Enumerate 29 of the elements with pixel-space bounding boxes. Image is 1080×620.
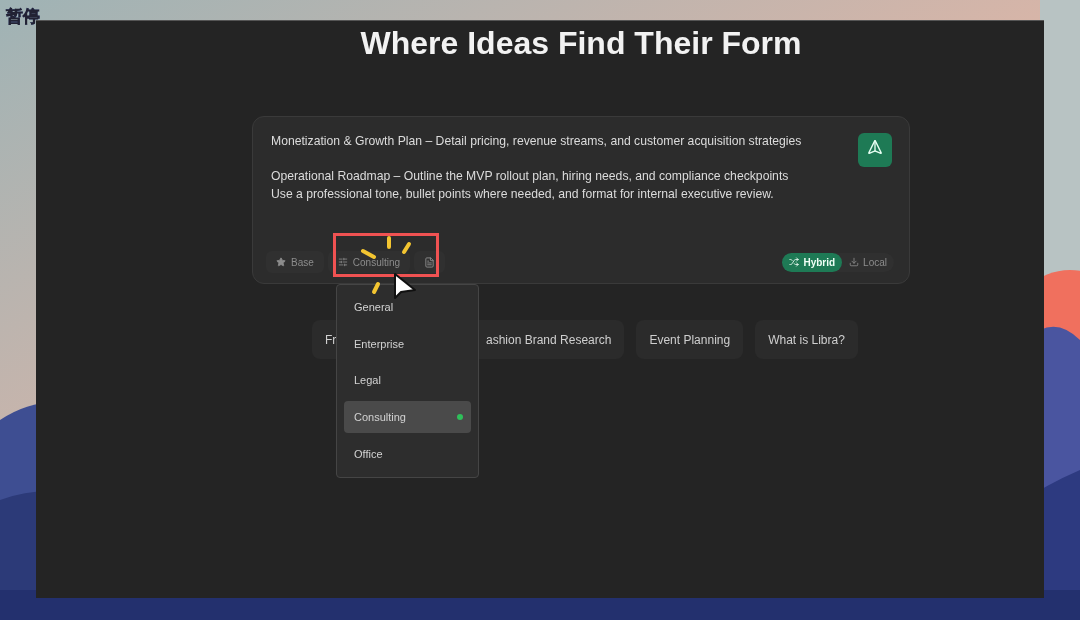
- page-title: Where Ideas Find Their Form: [360, 24, 802, 63]
- download-icon: [849, 257, 860, 267]
- cursor-icon: [392, 272, 418, 302]
- menu-item[interactable]: Office: [344, 437, 471, 470]
- menu-item[interactable]: Consulting: [344, 400, 471, 434]
- file-icon: [424, 256, 436, 268]
- suggestion-chip[interactable]: What is Libra?: [755, 320, 858, 359]
- mode-chip[interactable]: Base: [266, 251, 324, 273]
- menu-item-label: Consulting: [354, 411, 406, 424]
- menu-item[interactable]: Legal: [344, 364, 471, 397]
- send-button[interactable]: [858, 133, 892, 167]
- mode-chip[interactable]: Consulting: [327, 251, 411, 273]
- mode-option[interactable]: Hybrid: [782, 252, 843, 272]
- status-dot: [457, 414, 463, 421]
- click-spark-icon: [371, 281, 381, 295]
- menu-item-label: General: [354, 301, 394, 314]
- shuffle-icon: [789, 257, 800, 267]
- sliders-icon: [337, 257, 348, 267]
- star-icon: [276, 257, 286, 267]
- click-spark-icon: [401, 241, 412, 255]
- menu-item-label: Legal: [354, 374, 381, 387]
- menu-item-label: Enterprise: [354, 337, 405, 350]
- click-spark-icon: [386, 235, 392, 250]
- mode-option[interactable]: Local: [842, 252, 894, 272]
- click-spark-icon: [360, 248, 377, 260]
- prompt-text[interactable]: Monetization & Growth Plan – Detail pricing, revenue streams, and customer acquisition strategies Operational Roadmap – Outline the MVP rollout plan, hiring needs, and compliance checkpoints Use a professional tone, bullet points where needed, and format for internal executive review.: [271, 133, 802, 203]
- suggestion-chip[interactable]: Event Planning: [636, 320, 744, 359]
- menu-item-label: Office: [354, 447, 383, 460]
- pause-label: 暂停: [6, 5, 40, 28]
